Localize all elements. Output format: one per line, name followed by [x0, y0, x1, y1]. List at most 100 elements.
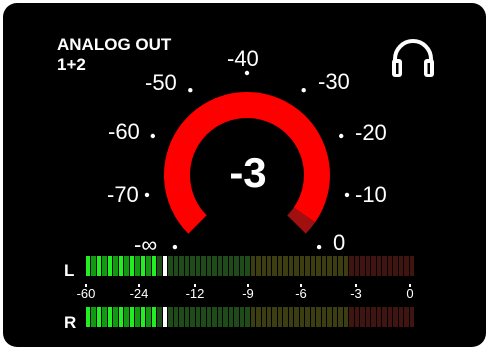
meter-segment [107, 307, 113, 327]
meter-segment [206, 307, 212, 327]
meter-segment [360, 256, 365, 276]
scale-dot [150, 133, 155, 139]
meter-segment [283, 307, 288, 327]
meter-segment [261, 256, 266, 276]
meter-segment [283, 256, 288, 276]
scale-label-10: -10 [355, 182, 387, 207]
meter-segment [162, 307, 168, 327]
meter-segment [387, 256, 393, 276]
meter-segment [234, 256, 239, 276]
scale-label-70: -70 [107, 182, 139, 207]
meter-segment [305, 256, 310, 276]
meter-scale-label: -60 [76, 286, 96, 301]
meter-segment [201, 307, 206, 327]
meter-segment [288, 307, 294, 327]
meter-segment [371, 256, 376, 276]
meter-segment [376, 307, 382, 327]
scale-dot [172, 244, 178, 250]
meter-scale-label: -9 [242, 286, 254, 301]
meter-segment [409, 256, 415, 276]
meter-right [86, 307, 415, 327]
meter-segment [157, 256, 162, 276]
scale-label-20: -20 [355, 120, 387, 145]
meter-segment [239, 307, 245, 327]
gain-value: -3 [229, 149, 267, 196]
device-screen: ANALOG OUT 1+2 -∞ -70 -60 -50 -40 -30 -2… [3, 3, 486, 347]
meter-segment [310, 307, 316, 327]
meter-segment [86, 307, 91, 327]
scale-label-0: 0 [333, 230, 346, 255]
meter-segment [102, 256, 107, 276]
meter-segment [299, 307, 305, 327]
meter-segment [277, 256, 283, 276]
meter-segment [245, 256, 250, 276]
meter-segment [321, 256, 327, 276]
meter-segment [184, 256, 190, 276]
scale-dot [316, 244, 322, 250]
meter-segment [349, 256, 354, 276]
meter-scale-tick [85, 284, 87, 287]
meter-segment [365, 256, 371, 276]
meter-segment [256, 307, 261, 327]
meter-segment [118, 256, 124, 276]
meter-segment [393, 307, 398, 327]
meter-segment [86, 256, 91, 276]
meter-segment [190, 256, 195, 276]
meter-segment [327, 307, 332, 327]
meter-segment [409, 307, 415, 327]
meter-segment [371, 307, 376, 327]
meter-segment [332, 307, 338, 327]
meter-segment [354, 307, 360, 327]
meter-segment [266, 256, 272, 276]
meter-segment [173, 256, 179, 276]
meter-left-label: L [64, 261, 75, 280]
meter-segment [360, 307, 365, 327]
meter-segment [272, 256, 277, 276]
meter-segment [217, 256, 223, 276]
meter-segment [179, 256, 184, 276]
meter-segment [140, 256, 146, 276]
meter-segment [398, 307, 404, 327]
scale-label-neg-inf: -∞ [134, 232, 158, 257]
meter-segment [354, 256, 360, 276]
meter-segment [124, 256, 129, 276]
meter-segment [277, 307, 283, 327]
meter-segment [223, 307, 228, 327]
meter-scale-label: -3 [350, 286, 362, 301]
meter-segment [135, 307, 140, 327]
meter-segment [398, 256, 404, 276]
meter-segment [195, 256, 201, 276]
scale-dot [244, 70, 250, 76]
meter-segment [321, 307, 327, 327]
meter-segment [404, 256, 409, 276]
meter-segment [179, 307, 184, 327]
meter-segment [294, 256, 299, 276]
meter-segment [256, 256, 261, 276]
meter-segment [201, 256, 206, 276]
meter-segment [107, 256, 113, 276]
meter-scale-tick [355, 284, 357, 287]
meter-segment [250, 256, 256, 276]
meter-segment [272, 307, 277, 327]
meter-segment [316, 307, 321, 327]
scale-label-50: -50 [145, 70, 177, 95]
meter-segment [206, 256, 212, 276]
scale-dot [301, 88, 306, 93]
meter-segment [113, 307, 118, 327]
meter-scale-label: -24 [129, 286, 149, 301]
meter-segment [96, 307, 102, 327]
meter-segment [332, 256, 338, 276]
meter-segment [113, 256, 118, 276]
meter-segment [365, 307, 371, 327]
meter-segment [129, 307, 135, 327]
meter-segment [212, 307, 217, 327]
meter-segment [102, 307, 107, 327]
meter-segment [387, 307, 393, 327]
meter-segment [129, 256, 135, 276]
meter-segment [217, 307, 223, 327]
scale-label-30: -30 [318, 69, 350, 94]
meter-scale-tick [247, 284, 249, 287]
meter-segment [338, 256, 343, 276]
meter-segment [266, 307, 272, 327]
scale-dot [344, 192, 350, 198]
